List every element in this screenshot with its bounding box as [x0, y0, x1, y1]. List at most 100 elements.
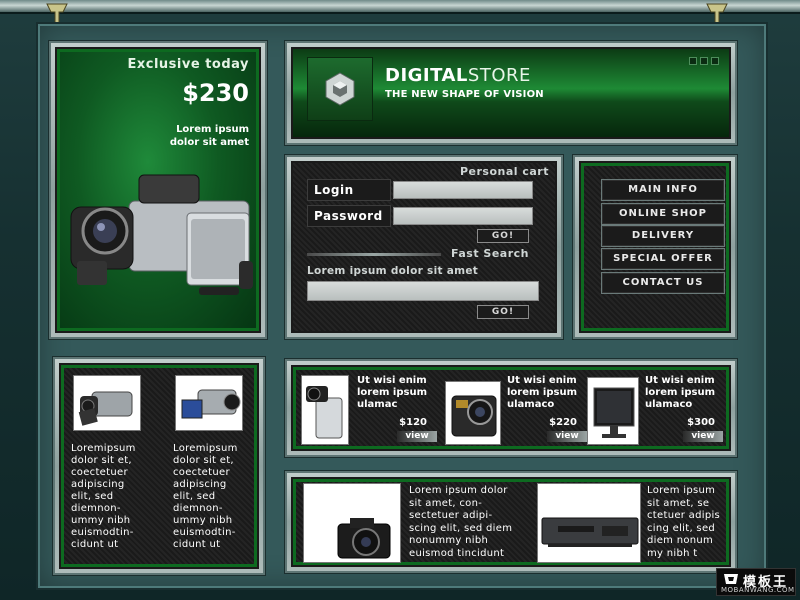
login-label: Login	[307, 179, 391, 201]
password-label: Password	[307, 205, 391, 227]
watermark-icon	[724, 574, 738, 584]
bottom-thumb-camera[interactable]	[303, 483, 401, 563]
text-line: elit, sed	[71, 491, 114, 502]
text-line: Loremipsum	[71, 443, 136, 454]
promo-panel: Exclusive today $230 Lorem ipsum dolor s…	[48, 40, 268, 340]
featured-1-price: $120	[399, 417, 427, 428]
text-line: euismodtin-	[173, 527, 236, 538]
title-line: lorem ipsum	[357, 387, 427, 398]
title-line: lorem ipsum	[507, 387, 577, 398]
search-go-button[interactable]: GO!	[477, 305, 529, 319]
search-divider	[307, 253, 441, 256]
featured-2-price: $220	[549, 417, 577, 428]
text-line: euismod tincidunt	[409, 547, 505, 559]
text-line: ummy nibh	[71, 515, 131, 526]
bottom-text-2: Lorem ipsum sit amet, se ctetuer adipis …	[647, 485, 720, 560]
product-thumb-2[interactable]	[175, 375, 243, 431]
text-line: Lorem ipsum	[647, 485, 716, 496]
text-line: coectetuer	[71, 467, 128, 478]
text-line: scing elit, sed diem	[409, 522, 513, 534]
menu-panel: MAIN INFO ONLINE SHOP DELIVERY SPECIAL O…	[572, 154, 738, 340]
menu-inner: MAIN INFO ONLINE SHOP DELIVERY SPECIAL O…	[579, 161, 731, 333]
search-prompt: Lorem ipsum dolor sit amet	[307, 265, 479, 277]
left-product-2-text: Loremipsum dolor sit et, coectetuer adip…	[173, 443, 238, 551]
text-line: diemnon-	[173, 503, 223, 514]
search-input[interactable]	[307, 281, 539, 301]
featured-thumb-2[interactable]	[445, 381, 501, 445]
text-line: sit amet, con-	[409, 497, 483, 509]
text-line: cidunt ut	[71, 539, 119, 550]
brand-bold: DIGITAL	[385, 65, 468, 86]
menu-item-special-offer[interactable]: SPECIAL OFFER	[601, 248, 725, 270]
title-line: Ut wisi enim	[357, 375, 427, 386]
promo-desc-line1: Lorem ipsum	[176, 124, 249, 135]
login-go-button[interactable]: GO!	[477, 229, 529, 243]
tagline: THE NEW SHAPE OF VISION	[385, 89, 544, 100]
text-line: dolor sit et,	[71, 455, 132, 466]
menu-item-main-info[interactable]: MAIN INFO	[601, 179, 725, 201]
watermark-en: MOBANWANG.COM	[721, 586, 795, 594]
watermark-badge: 模板王 MOBANWANG.COM	[716, 568, 796, 596]
title-line: Ut wisi enim	[645, 375, 715, 386]
window-button-2[interactable]	[700, 57, 708, 65]
bottom-thumb-vcr[interactable]	[537, 483, 641, 563]
logo-icon	[325, 72, 355, 106]
text-line: adipiscing	[173, 479, 227, 490]
left-products-panel: Loremipsum dolor sit et, coectetuer adip…	[52, 356, 266, 576]
header-inner: DIGITALSTORE THE NEW SHAPE OF VISION	[291, 47, 731, 139]
featured-thumb-3[interactable]	[587, 377, 639, 445]
menu-item-delivery[interactable]: DELIVERY	[601, 225, 725, 247]
title-line: Ut wisi enim	[507, 375, 577, 386]
title-line: ulamaco	[507, 399, 555, 410]
promo-price: $230	[182, 79, 249, 107]
brand-light: STORE	[467, 65, 531, 86]
title-line: ulamac	[357, 399, 398, 410]
text-line: dolor sit et,	[173, 455, 234, 466]
title-line: lorem ipsum	[645, 387, 715, 398]
bottom-panel: Lorem ipsum dolor sit amet, con- sectetu…	[284, 470, 738, 574]
text-line: diem nonum	[647, 535, 714, 546]
camcorder-image[interactable]	[69, 161, 255, 311]
text-line: Lorem ipsum dolor	[409, 485, 508, 496]
featured-inner: Ut wisi enim lorem ipsum ulamac $120 vie…	[291, 365, 731, 451]
menu-item-online-shop[interactable]: ONLINE SHOP	[601, 203, 725, 225]
text-line: my nibh t	[647, 547, 698, 559]
product-thumb-1[interactable]	[73, 375, 141, 431]
window-button-1[interactable]	[689, 57, 697, 65]
password-input[interactable]	[393, 207, 533, 225]
bottom-inner: Lorem ipsum dolor sit amet, con- sectetu…	[291, 477, 731, 567]
featured-2-view-button[interactable]: view	[547, 431, 587, 442]
text-line: sit amet, se	[647, 497, 710, 509]
featured-3-price: $300	[687, 417, 715, 428]
header-panel: DIGITALSTORE THE NEW SHAPE OF VISION	[284, 40, 738, 146]
text-line: nonummy nibh	[409, 535, 489, 546]
title-line: ulamaco	[645, 399, 693, 410]
login-input[interactable]	[393, 181, 533, 199]
promo-title: Exclusive today	[127, 57, 249, 72]
text-line: cing elit, sed	[647, 522, 716, 534]
featured-2-title: Ut wisi enim lorem ipsum ulamaco	[507, 375, 577, 411]
text-line: cidunt ut	[173, 539, 221, 550]
text-line: Loremipsum	[173, 443, 238, 454]
promo-desc: Lorem ipsum dolor sit amet	[129, 123, 249, 149]
featured-thumb-1[interactable]	[301, 375, 349, 445]
text-line: coectetuer	[173, 467, 230, 478]
top-rail	[0, 0, 800, 14]
bottom-text-1: Lorem ipsum dolor sit amet, con- sectetu…	[409, 485, 512, 560]
left-products-inner: Loremipsum dolor sit et, coectetuer adip…	[59, 363, 259, 569]
brand-name: DIGITALSTORE	[385, 65, 531, 86]
promo-inner: Exclusive today $230 Lorem ipsum dolor s…	[55, 47, 261, 333]
window-button-3[interactable]	[711, 57, 719, 65]
featured-1-view-button[interactable]: view	[397, 431, 437, 442]
featured-panel: Ut wisi enim lorem ipsum ulamac $120 vie…	[284, 358, 738, 458]
text-line: diemnon-	[71, 503, 121, 514]
text-line: sectetuer adipi-	[409, 510, 493, 521]
logo[interactable]	[307, 57, 373, 121]
text-line: ummy nibh	[173, 515, 233, 526]
window-buttons	[689, 57, 719, 65]
menu-item-contact-us[interactable]: CONTACT US	[601, 272, 725, 294]
login-search-inner: Personal cart Login Password GO! Fast Se…	[291, 161, 557, 333]
text-line: adipiscing	[71, 479, 125, 490]
featured-3-view-button[interactable]: view	[683, 431, 723, 442]
text-line: ctetuer adipis	[647, 510, 721, 521]
